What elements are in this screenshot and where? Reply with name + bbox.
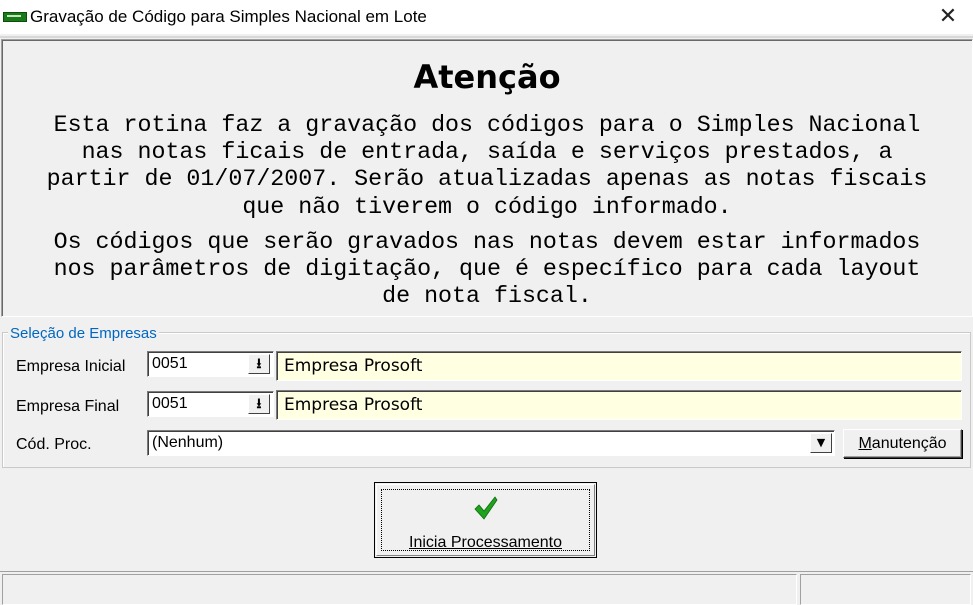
empresa-inicial-name-value: Empresa Prosoft [284, 356, 423, 376]
download-arrow-icon: ⭳ [256, 396, 262, 412]
empresa-final-name-value: Empresa Prosoft [284, 395, 423, 415]
window-title: Gravação de Código para Simples Nacional… [30, 7, 427, 26]
download-arrow-icon: ⭳ [256, 356, 262, 372]
title-bar: Gravação de Código para Simples Nacional… [0, 0, 973, 34]
close-button[interactable]: ✕ [930, 4, 966, 30]
company-selection-title: Seleção de Empresas [8, 325, 159, 343]
chevron-down-icon[interactable]: ▼ [810, 433, 832, 453]
attention-paragraph-1: Esta rotina faz a gravação dos códigos p… [46, 112, 928, 220]
empresa-final-name-field: Empresa Prosoft [276, 390, 962, 420]
attention-panel: Atenção Esta rotina faz a gravação dos c… [1, 39, 973, 317]
attention-paragraph-2: Os códigos que serão gravados nas notas … [53, 229, 921, 310]
start-processing-label: Inicia Processamento [409, 534, 562, 551]
checkmark-icon [474, 496, 498, 520]
cod-proc-label: Cód. Proc. [16, 436, 92, 453]
cod-proc-select[interactable]: (Nenhum) ▼ [147, 430, 835, 456]
empresa-final-code-value: 0051 [152, 395, 188, 412]
empresa-final-code-field[interactable]: 0051 ⭳ [147, 391, 274, 417]
empresa-inicial-name-field: Empresa Prosoft [276, 351, 962, 381]
empresa-inicial-code-field[interactable]: 0051 ⭳ [147, 351, 274, 377]
empresa-inicial-code-value: 0051 [152, 355, 188, 372]
attention-heading: Atenção [413, 58, 561, 96]
app-icon [3, 12, 27, 22]
empresa-final-lookup-button[interactable]: ⭳ [248, 394, 270, 414]
title-separator [0, 36, 973, 38]
start-processing-button[interactable]: Inicia Processamento [374, 482, 597, 558]
manutencao-label: Manutenção [858, 435, 947, 452]
empresa-inicial-label: Empresa Inicial [16, 358, 126, 375]
empresa-inicial-lookup-button[interactable]: ⭳ [248, 354, 270, 374]
status-bar [0, 571, 973, 605]
status-pane-secondary [800, 574, 971, 605]
status-pane-main [2, 574, 797, 605]
empresa-final-label: Empresa Final [16, 398, 120, 415]
manutencao-button[interactable]: Manutenção [843, 429, 962, 458]
cod-proc-value: (Nenhum) [152, 434, 224, 451]
